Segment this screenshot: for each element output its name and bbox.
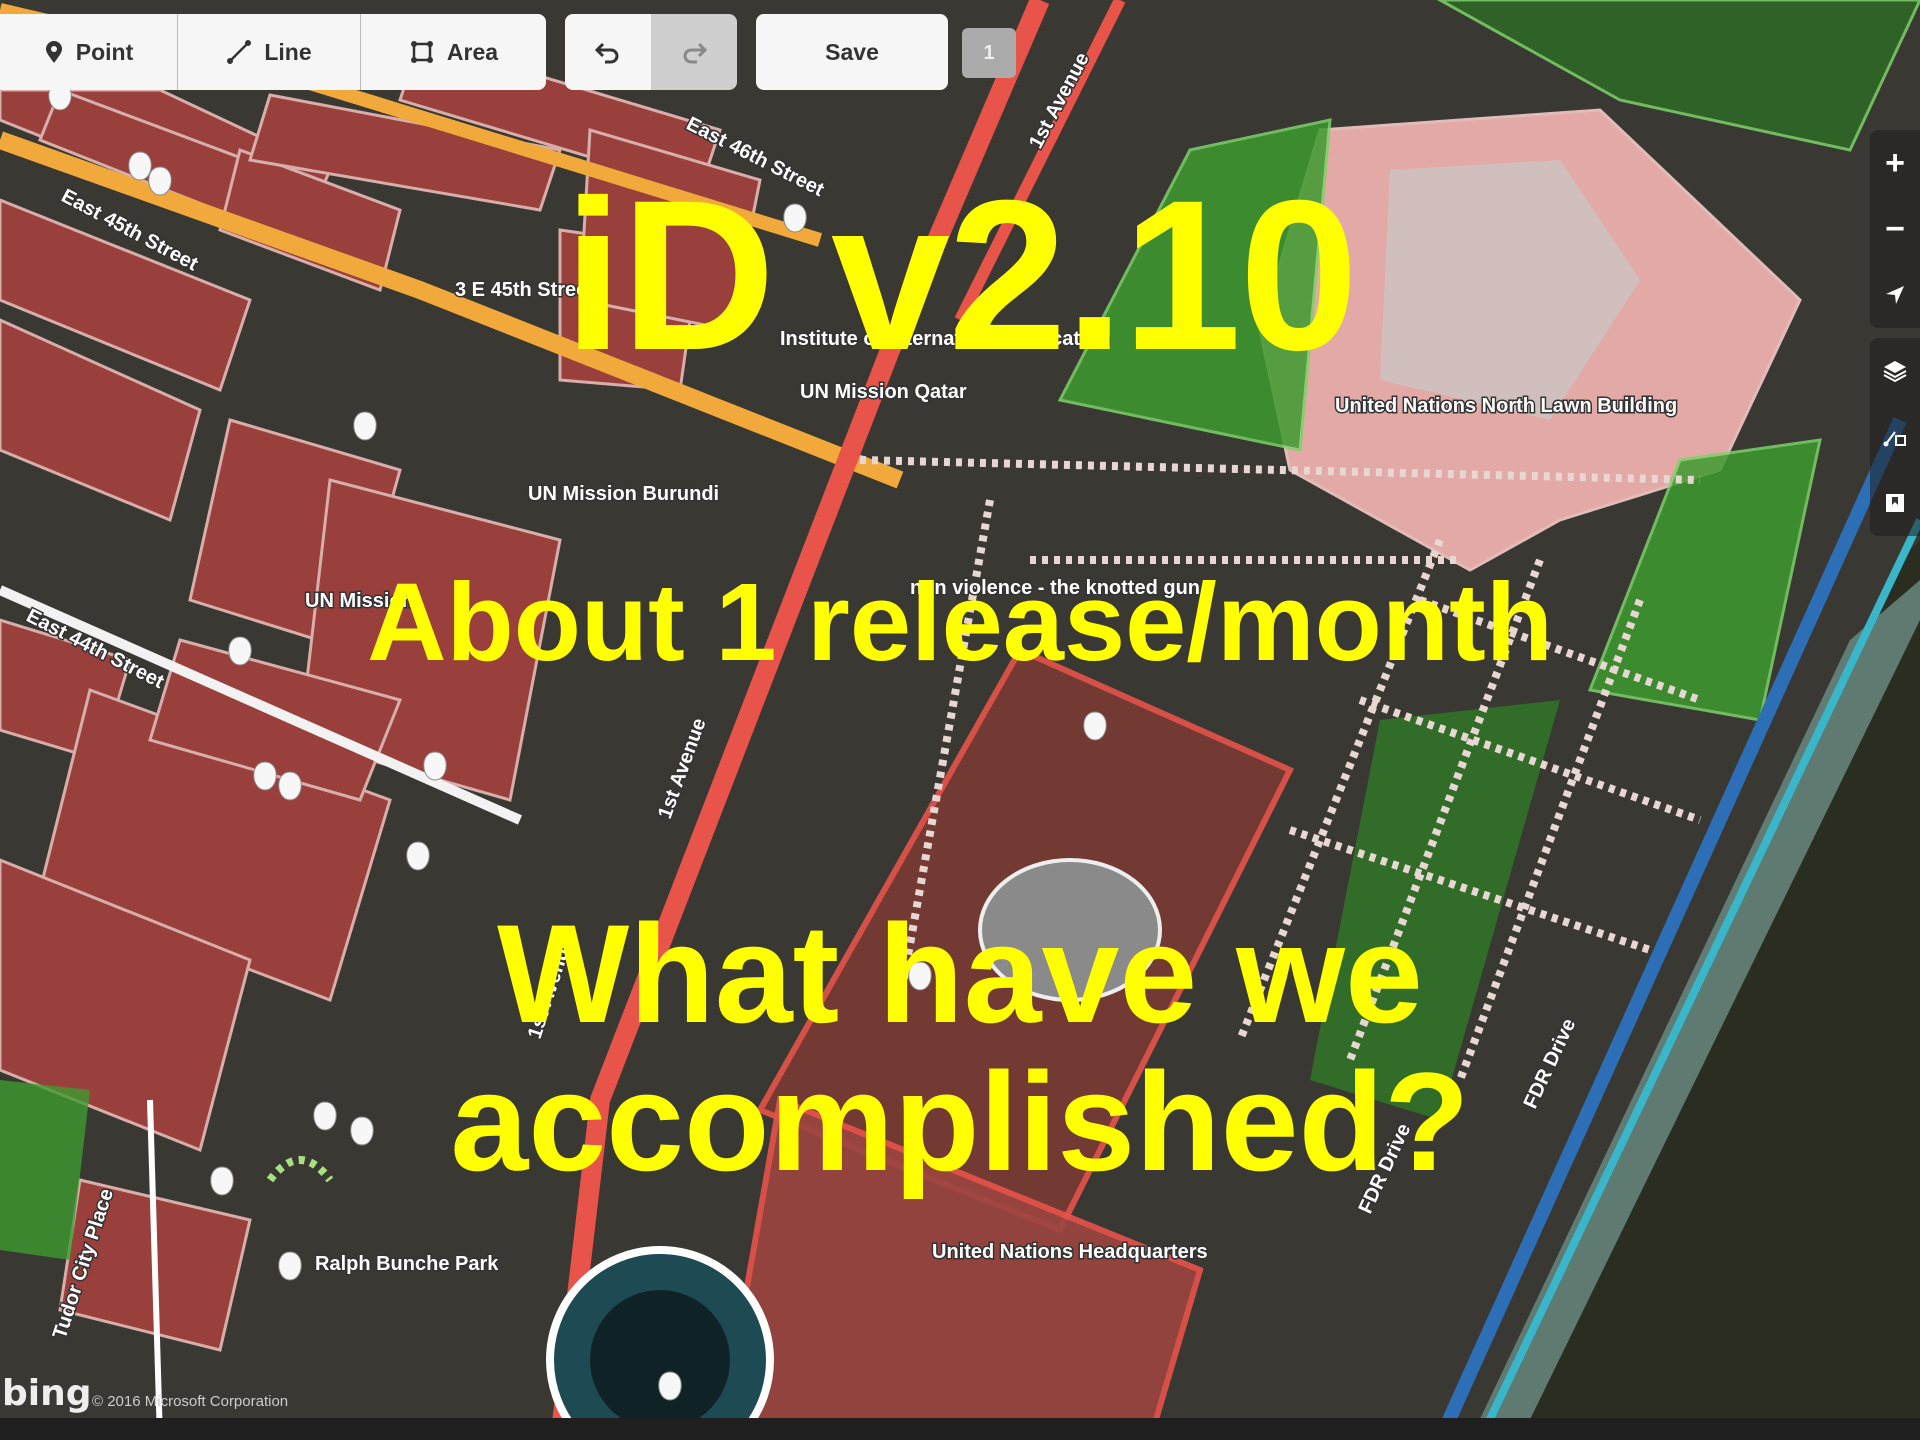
- area-icon: [410, 41, 433, 63]
- undo-redo-group: [565, 14, 737, 90]
- label-un-hq: United Nations Headquarters: [932, 1241, 1208, 1263]
- slide-title: iD v2.10: [563, 156, 1359, 395]
- add-point-label: Point: [75, 38, 134, 65]
- label-poi-burundi: UN Mission Burundi: [528, 483, 719, 505]
- slide-question-line1: What have we: [497, 895, 1423, 1052]
- geolocate-icon[interactable]: [1870, 262, 1920, 328]
- footer-bar: [0, 1418, 1920, 1440]
- map-controls: + −: [1870, 130, 1920, 546]
- panel-controls: [1870, 338, 1920, 536]
- add-area-button[interactable]: Area: [361, 14, 546, 90]
- slide-question-line2: accomplished?: [450, 1043, 1470, 1200]
- help-icon[interactable]: [1870, 470, 1920, 536]
- line-icon: [227, 40, 252, 64]
- label-north-lawn-building: United Nations North Lawn Building: [1335, 395, 1677, 417]
- point-icon: [45, 41, 62, 63]
- save-button[interactable]: Save: [756, 14, 948, 90]
- slide-subtitle: About 1 release/month: [367, 561, 1553, 684]
- add-line-label: Line: [264, 38, 312, 65]
- zoom-in-icon[interactable]: +: [1870, 130, 1920, 196]
- slide-question: What have we accomplished?: [380, 900, 1540, 1196]
- zoom-controls: + −: [1870, 130, 1920, 328]
- add-point-button[interactable]: Point: [0, 14, 178, 90]
- top-toolbar: Point Line Area Save 1: [0, 14, 1016, 90]
- add-area-label: Area: [446, 38, 499, 65]
- label-ralph-bunche: Ralph Bunche Park: [315, 1253, 499, 1275]
- imagery-attribution: © 2016 Microsoft Corporation: [92, 1393, 289, 1410]
- bing-logo: bing: [2, 1373, 92, 1414]
- add-line-button[interactable]: Line: [178, 14, 361, 90]
- add-feature-group: Point Line Area: [0, 14, 546, 90]
- undo-icon: [594, 42, 619, 64]
- undo-button[interactable]: [565, 14, 651, 90]
- map-data-icon[interactable]: [1870, 404, 1920, 470]
- edit-count-badge: 1: [962, 28, 1016, 78]
- roundabout-center: [590, 1290, 730, 1430]
- redo-icon: [683, 42, 708, 64]
- zoom-out-icon[interactable]: −: [1870, 196, 1920, 262]
- layers-icon[interactable]: [1870, 338, 1920, 404]
- redo-button[interactable]: [651, 14, 737, 90]
